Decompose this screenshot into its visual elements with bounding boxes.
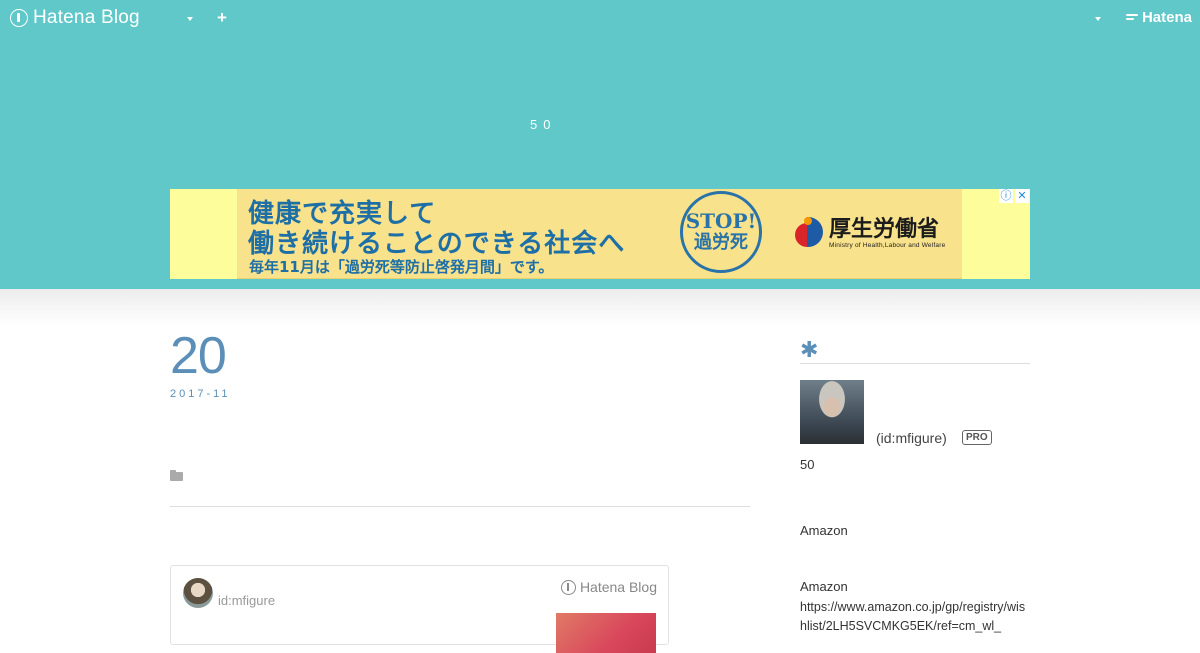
sidebar-profile-heading: ✱ — [800, 338, 1030, 364]
ad-subline: 毎年11月は「過労死等防止啓発月間」です。 — [249, 258, 554, 276]
profile-user-id[interactable]: (id:mfigure) — [876, 430, 947, 446]
info-icon[interactable]: ⓘ — [999, 189, 1013, 203]
pro-badge[interactable]: PRO — [962, 430, 992, 445]
avatar[interactable] — [183, 578, 213, 608]
ad-banner[interactable]: 健康で充実して 働き続けることのできる社会へ 毎年11月は「過労死等防止啓発月間… — [170, 189, 1030, 279]
embed-brand-label: Hatena Blog — [579, 579, 657, 595]
header-shadow — [0, 289, 1200, 325]
ad-creative[interactable]: 健康で充実して 働き続けることのできる社会へ 毎年11月は「過労死等防止啓発月間… — [237, 189, 1029, 279]
hatena-logo-icon — [1125, 13, 1138, 23]
hatena-blog-logo-icon — [560, 579, 576, 595]
entry-date-year-month[interactable]: 2017-11 — [170, 388, 231, 400]
ad-headline-2: 働き続けることのできる社会へ — [248, 229, 626, 259]
ministry-logo: 厚生労働省 Ministry of Health,Labour and Welf… — [795, 217, 945, 249]
amazon-label-1: Amazon — [800, 523, 848, 538]
stop-karoshi-badge: STOP! 過労死 — [680, 191, 762, 273]
ad-controls: ⓘ ✕ — [999, 189, 1029, 203]
caret-down-icon[interactable] — [1095, 17, 1101, 21]
caret-down-icon[interactable] — [187, 17, 193, 21]
amazon-wishlist-link[interactable]: https://www.amazon.co.jp/gp/registry/wis… — [800, 598, 1032, 636]
hatena-blog-brand[interactable]: Hatena Blog — [10, 6, 140, 30]
blog-title[interactable]: 50 — [530, 117, 556, 132]
profile-description: 50 — [800, 457, 815, 472]
hatena-blog-logo-icon — [10, 9, 28, 27]
amazon-label-2: Amazon — [800, 579, 848, 594]
asterisk-icon: ✱ — [800, 337, 819, 362]
badge-line-2: 過労死 — [694, 232, 748, 253]
profile-photo[interactable] — [800, 380, 864, 444]
hatena-link[interactable]: Hatena — [1125, 9, 1192, 26]
ministry-name-en: Ministry of Health,Labour and Welfare — [829, 241, 946, 249]
embed-thumbnail[interactable] — [556, 613, 656, 653]
blog-header: 50 健康で充実して 働き続けることのできる社会へ 毎年11月は「過労死等防止啓… — [0, 0, 1200, 289]
hatena-label: Hatena — [1141, 9, 1192, 26]
global-header-bar: Hatena Blog + Hatena — [0, 0, 1200, 38]
embed-hatena-blog-brand[interactable]: Hatena Blog — [560, 579, 657, 595]
embed-user-id[interactable]: id:mfigure — [218, 593, 275, 608]
plus-icon[interactable]: + — [217, 9, 227, 27]
close-icon[interactable]: ✕ — [1015, 189, 1029, 203]
folder-icon — [170, 470, 183, 481]
ministry-name-ja: 厚生労働省 — [829, 216, 940, 242]
entry-divider — [170, 506, 750, 507]
blog-embed-card[interactable]: id:mfigure Hatena Blog — [170, 565, 669, 653]
ministry-mark-icon — [795, 217, 823, 249]
brand-label: Hatena Blog — [33, 7, 140, 28]
badge-line-1: STOP! — [685, 209, 757, 233]
entry-date-day[interactable]: 20 — [170, 328, 227, 384]
